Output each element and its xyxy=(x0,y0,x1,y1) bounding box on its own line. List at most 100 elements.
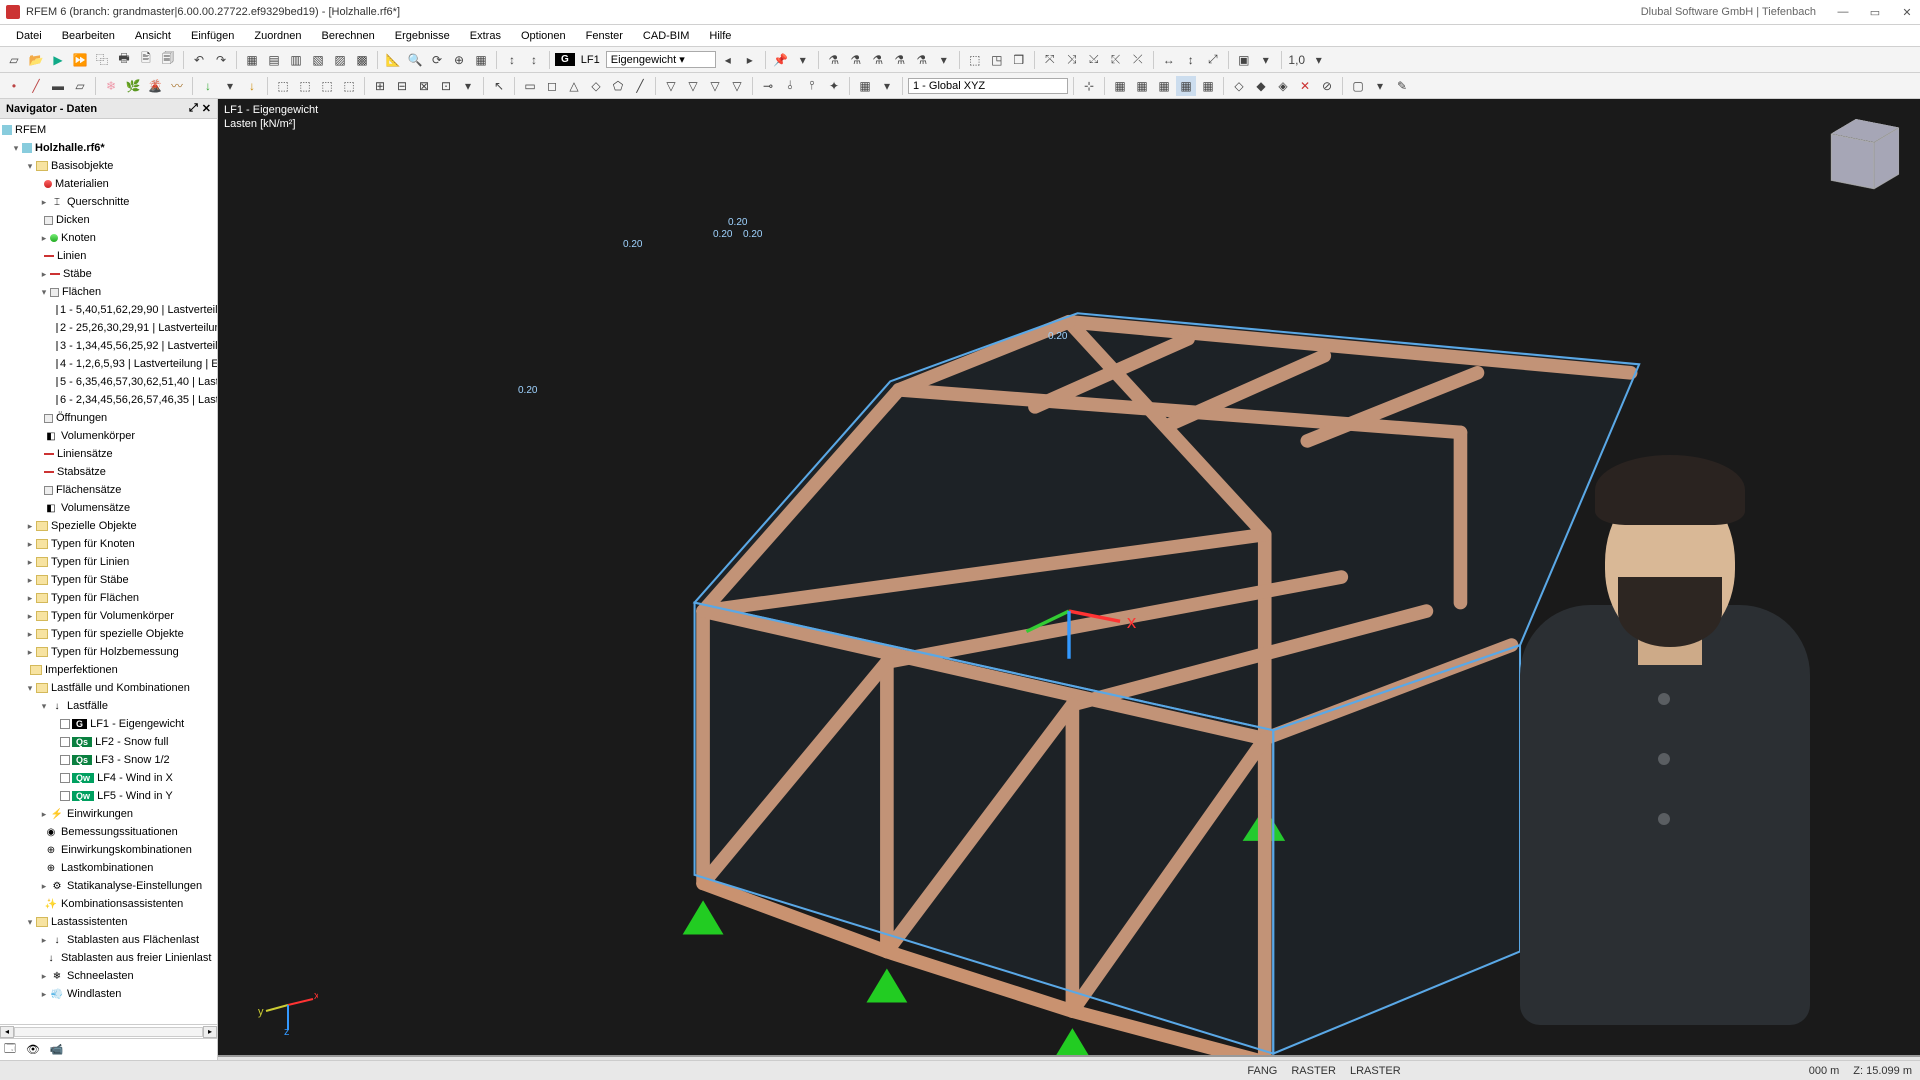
dim2-icon[interactable]: ↕ xyxy=(1181,50,1201,70)
tree-flaeche-3[interactable]: 3 - 1,34,45,56,25,92 | Lastverteilun xyxy=(0,337,217,355)
more1-icon[interactable]: ▾ xyxy=(793,50,813,70)
disp-icon[interactable]: ▢ xyxy=(1348,76,1368,96)
tree-einwirkungen[interactable]: ▸⚡Einwirkungen xyxy=(0,805,217,823)
menu-bearbeiten[interactable]: Bearbeiten xyxy=(52,28,125,44)
tree-einwkomb[interactable]: ⊕Einwirkungskombinationen xyxy=(0,841,217,859)
new-icon[interactable]: ▱ xyxy=(4,50,24,70)
tree-lf5[interactable]: Qw LF5 - Wind in Y xyxy=(0,787,217,805)
lf-prev-icon[interactable]: ◂ xyxy=(718,50,738,70)
tree-materialien[interactable]: Materialien xyxy=(0,175,217,193)
filter4-icon[interactable]: ⚗ xyxy=(890,50,910,70)
sup1-icon[interactable]: ▽ xyxy=(661,76,681,96)
report-icon[interactable]: 🖹 xyxy=(136,50,156,70)
tree-bemessung[interactable]: ◉Bemessungssituationen xyxy=(0,823,217,841)
tree-lass-2[interactable]: ↓Stablasten aus freier Linienlast xyxy=(0,949,217,967)
tree-flaeche-5[interactable]: 5 - 6,35,46,57,30,62,51,40 | Lastve xyxy=(0,373,217,391)
disp2-icon[interactable]: ▾ xyxy=(1370,76,1390,96)
tree-flaeche-2[interactable]: 2 - 25,26,30,29,91 | Lastverteilun xyxy=(0,319,217,337)
tree-flaeche-1[interactable]: 1 - 5,40,51,62,29,90 | Lastverteilun xyxy=(0,301,217,319)
tree-knoten[interactable]: ▸Knoten xyxy=(0,229,217,247)
filter1-icon[interactable]: ⚗ xyxy=(824,50,844,70)
open-icon[interactable]: 📂 xyxy=(26,50,46,70)
view6-icon[interactable]: ▩ xyxy=(352,50,372,70)
menu-cadbim[interactable]: CAD-BIM xyxy=(633,28,699,44)
nav-eye-icon[interactable]: 👁 xyxy=(26,1043,40,1056)
coordsys-combo[interactable]: 1 - Global XYZ xyxy=(908,78,1068,94)
sel2-icon[interactable]: ⬚ xyxy=(295,76,315,96)
navigator-tree[interactable]: RFEM ▾Holzhalle.rf6* ▾Basisobjekte Mater… xyxy=(0,119,217,1024)
dim3-icon[interactable]: ⤢ xyxy=(1203,50,1223,70)
tree-flaeche-6[interactable]: 6 - 2,34,45,56,26,57,46,35 | Lastve xyxy=(0,391,217,409)
stop-icon[interactable]: ⊘ xyxy=(1317,76,1337,96)
navigator-hscroll[interactable]: ◂▸ xyxy=(0,1024,217,1038)
axes2-icon[interactable]: ⤨ xyxy=(1062,50,1082,70)
menu-extras[interactable]: Extras xyxy=(460,28,511,44)
tree-oeffnungen[interactable]: Öffnungen xyxy=(0,409,217,427)
print-icon[interactable]: 🖶 xyxy=(114,50,134,70)
grid1-icon[interactable]: ⊞ xyxy=(370,76,390,96)
tree-stabsaetze[interactable]: Stabsätze xyxy=(0,463,217,481)
navigator-close-icon[interactable]: ✕ xyxy=(202,102,211,115)
tree-typ-linien[interactable]: ▸Typen für Linien xyxy=(0,553,217,571)
tree-statik[interactable]: ▸⚙Statikanalyse-Einstellungen xyxy=(0,877,217,895)
earth-icon[interactable]: 🌋 xyxy=(145,76,165,96)
vis2-icon[interactable]: ◆ xyxy=(1251,76,1271,96)
tree-typ-speziell[interactable]: ▸Typen für spezielle Objekte xyxy=(0,625,217,643)
sel-icon[interactable]: ⬚ xyxy=(965,50,985,70)
view5-icon[interactable]: ▨ xyxy=(330,50,350,70)
vis1-icon[interactable]: ◇ xyxy=(1229,76,1249,96)
tree-flaechensaetze[interactable]: Flächensätze xyxy=(0,481,217,499)
tree-flaechen[interactable]: ▾Flächen xyxy=(0,283,217,301)
res1-icon[interactable]: ▦ xyxy=(1110,76,1130,96)
tree-imperfektionen[interactable]: Imperfektionen xyxy=(0,661,217,679)
copy-icon[interactable]: ⿻ xyxy=(92,50,112,70)
sup2-icon[interactable]: ▽ xyxy=(683,76,703,96)
pen-icon[interactable]: ✎ xyxy=(1392,76,1412,96)
tree-dicken[interactable]: Dicken xyxy=(0,211,217,229)
tree-typ-holz[interactable]: ▸Typen für Holzbemessung xyxy=(0,643,217,661)
tree-lf4[interactable]: Qw LF4 - Wind in X xyxy=(0,769,217,787)
rel2-icon[interactable]: ⫰ xyxy=(780,76,800,96)
view3-icon[interactable]: ▥ xyxy=(286,50,306,70)
axes1-icon[interactable]: ⤧ xyxy=(1040,50,1060,70)
res3-icon[interactable]: ▦ xyxy=(1154,76,1174,96)
tree-basis[interactable]: ▾Basisobjekte xyxy=(0,157,217,175)
tree-flaeche-4[interactable]: 4 - 1,2,6,5,93 | Lastverteilung | Eb xyxy=(0,355,217,373)
tree-volumenkoerper[interactable]: ◧Volumenkörper xyxy=(0,427,217,445)
tree-lass-1[interactable]: ▸↓Stablasten aus Flächenlast xyxy=(0,931,217,949)
refresh-icon[interactable]: ⟳ xyxy=(427,50,447,70)
status-raster[interactable]: RASTER xyxy=(1291,1065,1336,1077)
tree-liniensaetze[interactable]: Liniensätze xyxy=(0,445,217,463)
saveall-icon[interactable]: ⏩ xyxy=(70,50,90,70)
grid3-icon[interactable]: ⊠ xyxy=(414,76,434,96)
node-icon[interactable]: • xyxy=(4,76,24,96)
axes5-icon[interactable]: ⤫ xyxy=(1128,50,1148,70)
tree-lass-3[interactable]: ▸❄Schneelasten xyxy=(0,967,217,985)
tree-lf1[interactable]: G LF1 - Eigengewicht xyxy=(0,715,217,733)
sup4-icon[interactable]: ▽ xyxy=(727,76,747,96)
tree-staebe[interactable]: ▸Stäbe xyxy=(0,265,217,283)
sh2-icon[interactable]: ◻ xyxy=(542,76,562,96)
member-icon[interactable]: ▬ xyxy=(48,76,68,96)
rel3-icon[interactable]: ⫯ xyxy=(802,76,822,96)
tree-volumensaetze[interactable]: ◧Volumensätze xyxy=(0,499,217,517)
sup3-icon[interactable]: ▽ xyxy=(705,76,725,96)
view4-icon[interactable]: ▧ xyxy=(308,50,328,70)
dim1-icon[interactable]: ↔ xyxy=(1159,50,1179,70)
res5-icon[interactable]: ▦ xyxy=(1198,76,1218,96)
axes4-icon[interactable]: ⤪ xyxy=(1106,50,1126,70)
line-icon[interactable]: ╱ xyxy=(26,76,46,96)
cur-icon[interactable]: ↖ xyxy=(489,76,509,96)
menu-einfuegen[interactable]: Einfügen xyxy=(181,28,244,44)
mesh2-icon[interactable]: ▾ xyxy=(877,76,897,96)
lf-combo[interactable]: Eigengewicht ▾ xyxy=(606,51,716,68)
wave-icon[interactable]: 〰 xyxy=(167,76,187,96)
sel1-icon[interactable]: ⬚ xyxy=(273,76,293,96)
minimize-button[interactable]: — xyxy=(1836,5,1850,19)
surface-icon[interactable]: ▱ xyxy=(70,76,90,96)
3d-viewport[interactable]: LF1 - Eigengewicht Lasten [kN/m²] xyxy=(218,99,1920,1055)
status-lraster[interactable]: LRASTER xyxy=(1350,1065,1401,1077)
sh1-icon[interactable]: ▭ xyxy=(520,76,540,96)
filter2-icon[interactable]: ⚗ xyxy=(846,50,866,70)
menu-optionen[interactable]: Optionen xyxy=(511,28,576,44)
